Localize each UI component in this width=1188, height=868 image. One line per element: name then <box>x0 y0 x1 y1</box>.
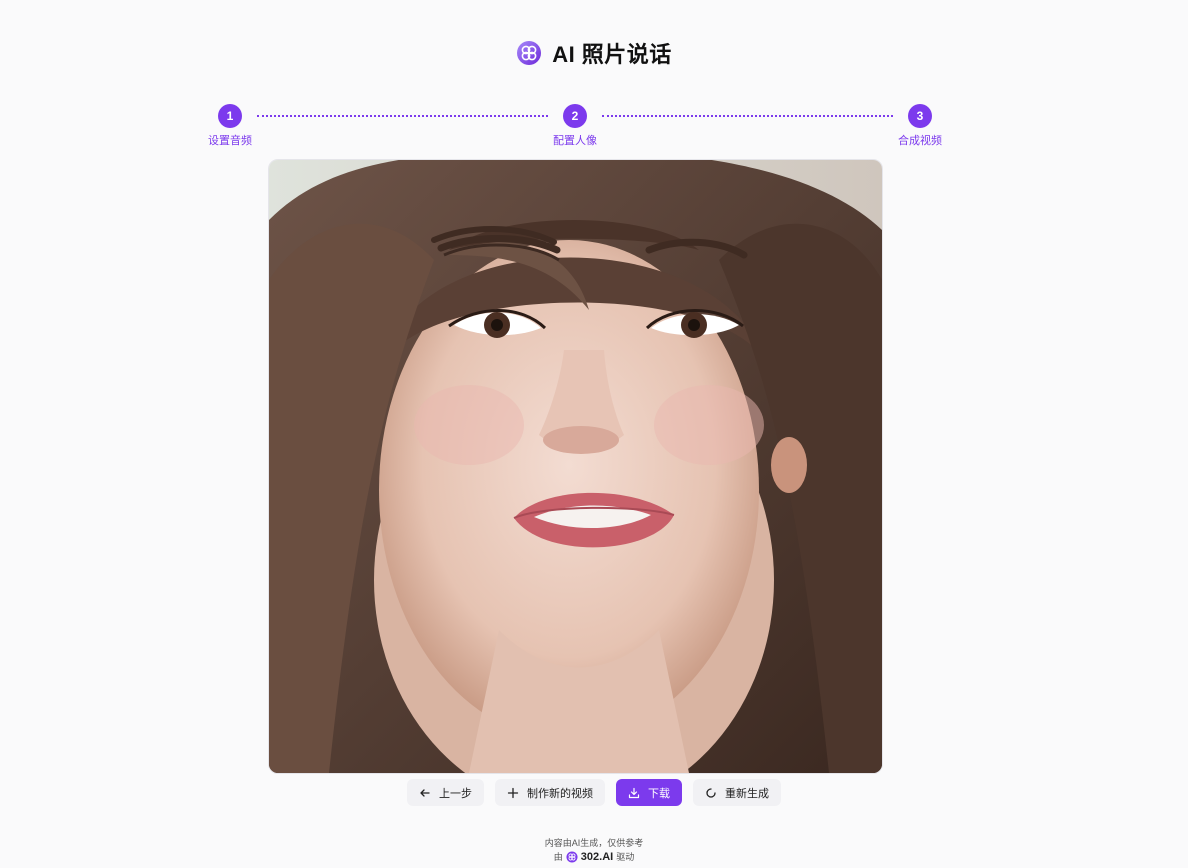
powered-by: 由 302.AI 驱动 <box>0 850 1188 864</box>
step-label: 设置音频 <box>208 135 252 147</box>
step-3[interactable]: 3 合成视频 <box>880 104 960 148</box>
page-title: AI 照片说话 <box>552 42 672 67</box>
ai-disclaimer: 内容由AI生成，仅供参考 <box>544 838 644 848</box>
download-button[interactable]: 下载 <box>616 779 682 806</box>
step-number: 3 <box>908 104 932 128</box>
progress-stepper: 1 设置音频 2 配置人像 3 合成视频 <box>0 104 1188 154</box>
step-connector <box>257 115 548 117</box>
page-footer: 内容由AI生成，仅供参考 由 302.AI 驱动 <box>0 836 1188 864</box>
brand-link[interactable]: 302.AI <box>581 850 613 864</box>
back-button[interactable]: 上一步 <box>407 779 484 806</box>
page-header: AI 照片说话 <box>0 37 1188 69</box>
powered-suffix: 驱动 <box>616 852 635 862</box>
plus-icon <box>507 787 519 798</box>
new-video-button-label: 制作新的视频 <box>527 787 593 800</box>
step-number: 2 <box>563 104 587 128</box>
portrait-image <box>269 160 882 773</box>
302-logo-icon <box>566 851 578 863</box>
step-label: 合成视频 <box>898 135 942 147</box>
step-connector <box>602 115 893 117</box>
new-video-button[interactable]: 制作新的视频 <box>495 779 605 806</box>
regenerate-button[interactable]: 重新生成 <box>693 779 781 806</box>
refresh-icon <box>706 787 716 798</box>
step-number: 1 <box>218 104 242 128</box>
action-bar: 上一步 制作新的视频 下载 重新生成 <box>0 779 1188 806</box>
back-button-label: 上一步 <box>439 787 472 800</box>
regenerate-button-label: 重新生成 <box>725 787 769 800</box>
download-button-label: 下载 <box>648 787 670 800</box>
302-logo-icon <box>517 41 542 65</box>
step-2[interactable]: 2 配置人像 <box>535 104 615 148</box>
generated-video-preview[interactable] <box>268 159 883 774</box>
step-1[interactable]: 1 设置音频 <box>190 104 270 148</box>
download-icon <box>628 787 640 798</box>
powered-prefix: 由 <box>553 852 563 862</box>
arrow-left-icon <box>420 788 430 797</box>
step-label: 配置人像 <box>553 135 597 147</box>
